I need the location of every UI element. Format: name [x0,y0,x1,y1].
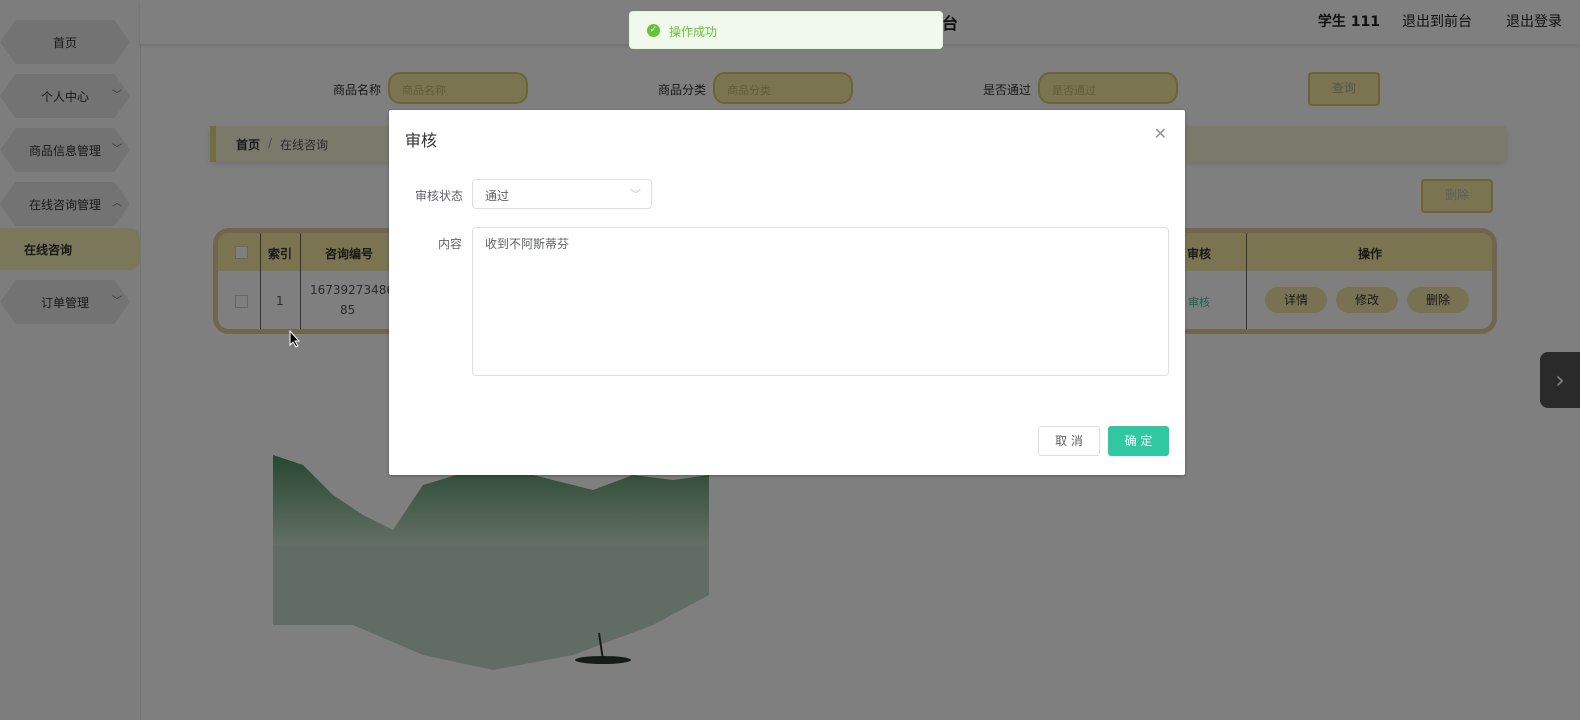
close-icon[interactable]: ✕ [1154,124,1167,143]
dialog-title: 审核 [405,131,438,150]
check-circle-icon: ✓ [647,24,660,37]
success-toast: ✓ 操作成功 [629,11,943,49]
audit-status-label: 审核状态 [415,189,464,203]
audit-status-select[interactable]: 通过 ﹀ [472,179,652,209]
mouse-cursor-icon [289,330,301,348]
chevron-down-icon: ﹀ [630,188,641,201]
confirm-button[interactable]: 确 定 [1108,426,1169,456]
cancel-button[interactable]: 取 消 [1038,426,1100,456]
audit-dialog: 审核 ✕ 审核状态 通过 ﹀ 内容 收到不阿斯蒂芬 取 消 确 定 [389,110,1185,475]
content-label: 内容 [438,237,463,251]
content-textarea[interactable]: 收到不阿斯蒂芬 [472,227,1169,376]
audit-status-value: 通过 [485,189,510,203]
toast-message: 操作成功 [669,25,718,39]
